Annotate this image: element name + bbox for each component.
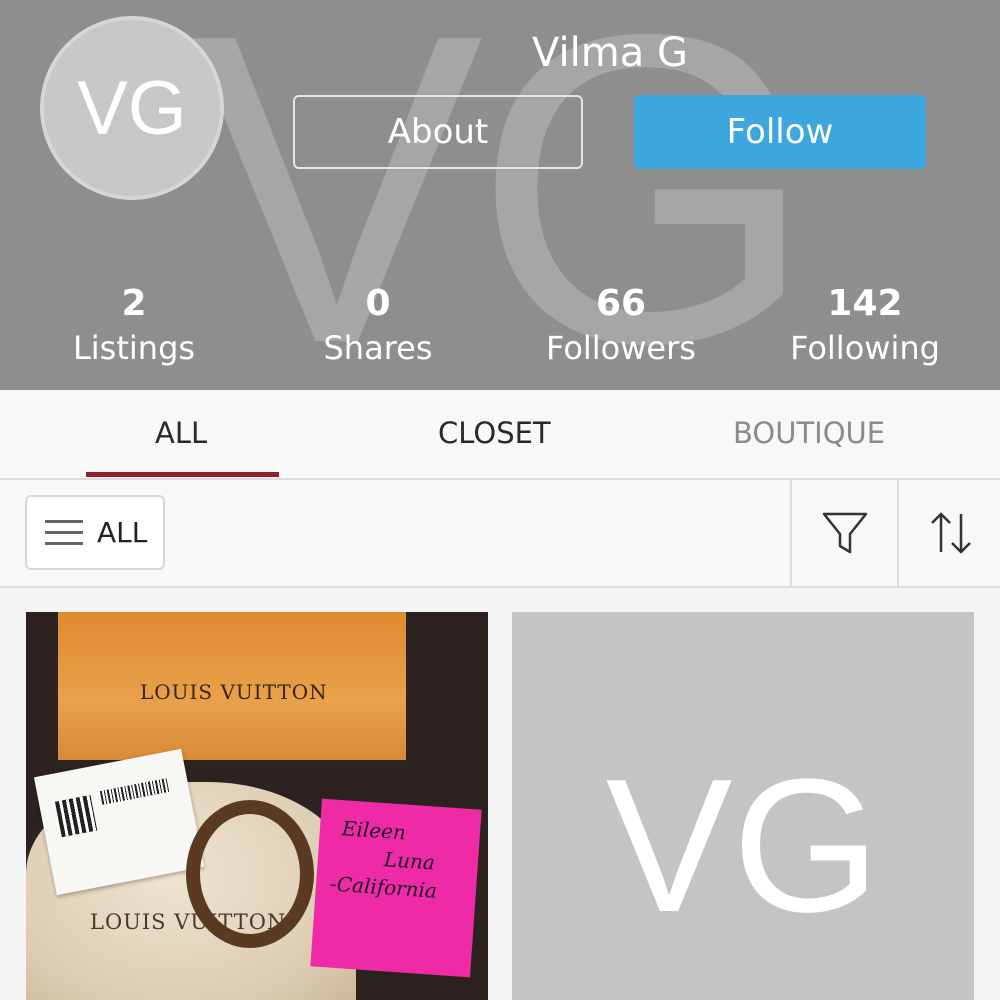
- avatar[interactable]: VG: [40, 16, 224, 200]
- about-button[interactable]: About: [293, 95, 583, 169]
- stat-label: Shares: [323, 329, 433, 367]
- stat-label: Followers: [546, 329, 696, 367]
- listing-card-placeholder[interactable]: VG: [512, 612, 974, 1000]
- stat-listings[interactable]: 2 Listings: [34, 282, 234, 370]
- closet-tabs: ALL CLOSET BOUTIQUE: [0, 390, 1000, 480]
- filter-icon[interactable]: [820, 508, 870, 558]
- stat-value: 142: [827, 283, 903, 324]
- note-line: Eileen: [341, 816, 407, 845]
- profile-name: Vilma G: [532, 30, 688, 76]
- active-tab-indicator: [86, 472, 279, 477]
- barcode: [99, 777, 172, 805]
- profile-header: VG VG Vilma G About Follow 2 Listings 0 …: [0, 0, 1000, 390]
- stat-following[interactable]: 142 Following: [765, 282, 965, 370]
- divider: [897, 480, 899, 586]
- category-dropdown[interactable]: ALL: [25, 495, 165, 570]
- divider: [790, 480, 792, 586]
- stat-shares[interactable]: 0 Shares: [278, 282, 478, 370]
- listing-photo-note: Eileen Luna -California: [310, 798, 482, 978]
- listing-card[interactable]: LOUIS VUITTON LOUIS VUITTON Eileen Luna …: [26, 612, 488, 1000]
- stat-label: Listings: [72, 329, 196, 367]
- listing-photo-bag-text: LOUIS VUITTON: [140, 680, 328, 704]
- tab-boutique[interactable]: BOUTIQUE: [733, 416, 885, 450]
- stat-value: 66: [595, 283, 647, 324]
- sort-icon[interactable]: [926, 508, 976, 558]
- category-dropdown-label: ALL: [97, 516, 148, 549]
- note-line: -California: [329, 871, 438, 903]
- follow-button[interactable]: Follow: [634, 95, 926, 169]
- qr-code: [54, 794, 98, 838]
- note-line: Luna: [383, 847, 436, 875]
- tab-closet[interactable]: CLOSET: [438, 416, 551, 450]
- filter-bar: ALL: [0, 480, 1000, 588]
- stat-label: Following: [790, 329, 940, 367]
- tab-all[interactable]: ALL: [155, 416, 207, 450]
- menu-icon: [45, 519, 83, 546]
- listing-photo-shopping-bag: LOUIS VUITTON: [58, 612, 406, 760]
- stat-value: 0: [365, 283, 391, 324]
- stat-followers[interactable]: 66 Followers: [521, 282, 721, 370]
- stat-value: 2: [121, 283, 147, 324]
- listing-photo-bracelet: [186, 800, 314, 948]
